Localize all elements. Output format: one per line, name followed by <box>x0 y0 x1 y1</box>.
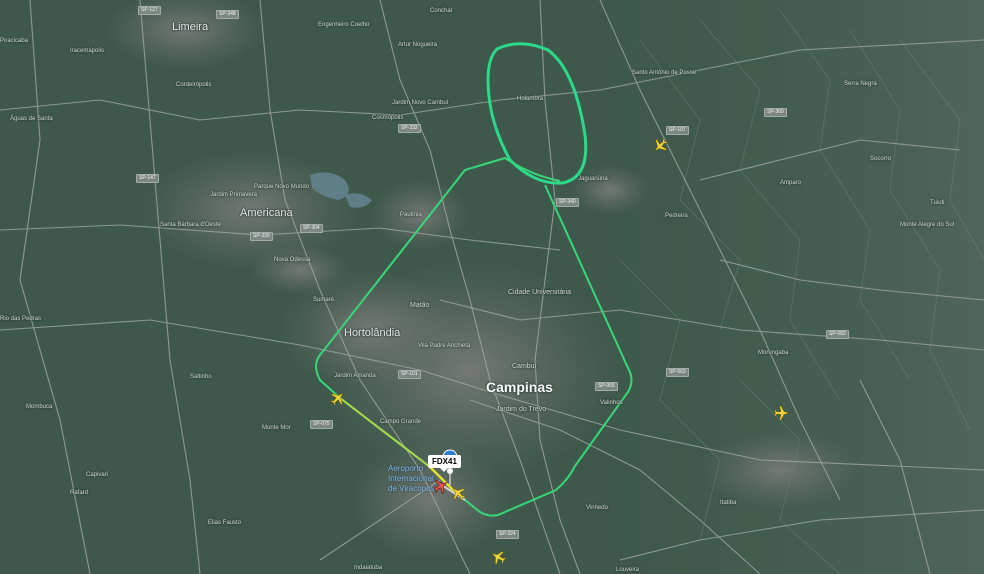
road-shield: SP-075 <box>310 420 333 429</box>
town-label: Socorro <box>870 156 892 162</box>
city-label-americana: Americana <box>240 207 293 219</box>
neighborhood-label: Campo Grande <box>380 419 422 425</box>
town-label: Louveira <box>616 567 640 573</box>
town-label: Elias Fausto <box>208 520 242 526</box>
road-shield: SP-065 <box>595 382 618 391</box>
town-label: Engenheiro Coelho <box>318 22 370 28</box>
flight-callsign-tag[interactable]: FDX41 <box>428 455 461 472</box>
road-shield: SP-063 <box>666 368 689 377</box>
neighborhood-label: Jardim Amanda <box>334 373 376 379</box>
road-shield: SP-304 <box>300 224 323 233</box>
town-label: Conchal <box>430 8 453 14</box>
map-base <box>0 0 984 574</box>
road-shield: SP-107 <box>666 126 689 135</box>
flight-tracker-map[interactable]: Limeira Americana Hortolândia Campinas S… <box>0 0 984 574</box>
town-label: Tuiuti <box>930 200 945 206</box>
town-label: Santo Antônio de Posse <box>632 70 697 76</box>
neighborhood-label: Jardim do Trevo <box>496 406 547 413</box>
city-label-hortolandia: Hortolândia <box>344 327 401 339</box>
town-label: Paulínia <box>400 212 422 218</box>
town-label: Valinhos <box>600 400 623 406</box>
town-label: Morungaba <box>758 350 789 356</box>
town-label: Cordeirópolis <box>176 82 212 88</box>
town-label: Serra Negra <box>844 81 877 87</box>
road-shield: SP-332 <box>398 124 421 133</box>
town-label: Vinhedo <box>586 505 608 511</box>
town-label: Santa Bárbara d'Oeste <box>160 222 221 228</box>
road-shield: SP-330 <box>250 232 273 241</box>
town-label: Holambra <box>517 96 544 102</box>
neighborhood-label: Matão <box>410 302 430 309</box>
town-label: Monte Alegre do Sul <box>900 222 955 228</box>
town-label: Indaiatuba <box>354 565 383 571</box>
town-label: Mombuca <box>26 404 53 410</box>
road-shield: SP-348 <box>216 10 239 19</box>
road-shield: SP-083 <box>826 330 849 339</box>
neighborhood-label: Parque Novo Mundo <box>254 184 310 190</box>
city-label-limeira: Limeira <box>172 21 209 33</box>
town-label: Águas de Santa <box>10 116 53 122</box>
airport-label[interactable]: Aeroporto Internacional de Viracopos <box>388 464 435 494</box>
town-label: Piracicaba <box>0 38 29 44</box>
town-label: Rafard <box>70 490 89 496</box>
town-label: Monte Mor <box>262 425 291 431</box>
town-label: Rio das Pedras <box>0 316 42 322</box>
town-label: Artur Nogueira <box>398 42 438 48</box>
town-label: Itatiba <box>720 500 737 506</box>
neighborhood-label: Jardim Novo Cambuí <box>392 100 449 106</box>
road-shield: SP-324 <box>496 530 519 539</box>
neighborhood-label: Cambuí <box>512 363 537 370</box>
road-shield: SP-147 <box>136 174 159 183</box>
road-shield: SP-101 <box>398 370 421 379</box>
neighborhood-label: Vila Padre Anchieta <box>418 343 471 349</box>
airport-name-line: Internacional <box>388 474 434 483</box>
city-label-campinas: Campinas <box>486 379 553 395</box>
town-label: Pedreira <box>665 213 688 219</box>
road-shield: SP-340 <box>556 198 579 207</box>
town-label: Capivari <box>86 472 109 478</box>
town-label: Sumaré <box>313 297 335 303</box>
road-shield: SP-360 <box>764 108 787 117</box>
town-label: Amparo <box>780 180 802 186</box>
town-label: Cosmópolis <box>372 115 404 121</box>
town-label: Nova Odessa <box>274 257 311 263</box>
neighborhood-label: Jardim Primavera <box>210 192 258 198</box>
airport-name-line: de Viracopos <box>388 484 435 493</box>
road-shield: SP-127 <box>138 6 161 15</box>
town-label: Saltinho <box>190 374 212 380</box>
neighborhood-label: Cidade Universitária <box>508 289 572 296</box>
town-label: Iracemápolis <box>70 48 105 54</box>
town-label: Jaguariúna <box>578 176 608 182</box>
